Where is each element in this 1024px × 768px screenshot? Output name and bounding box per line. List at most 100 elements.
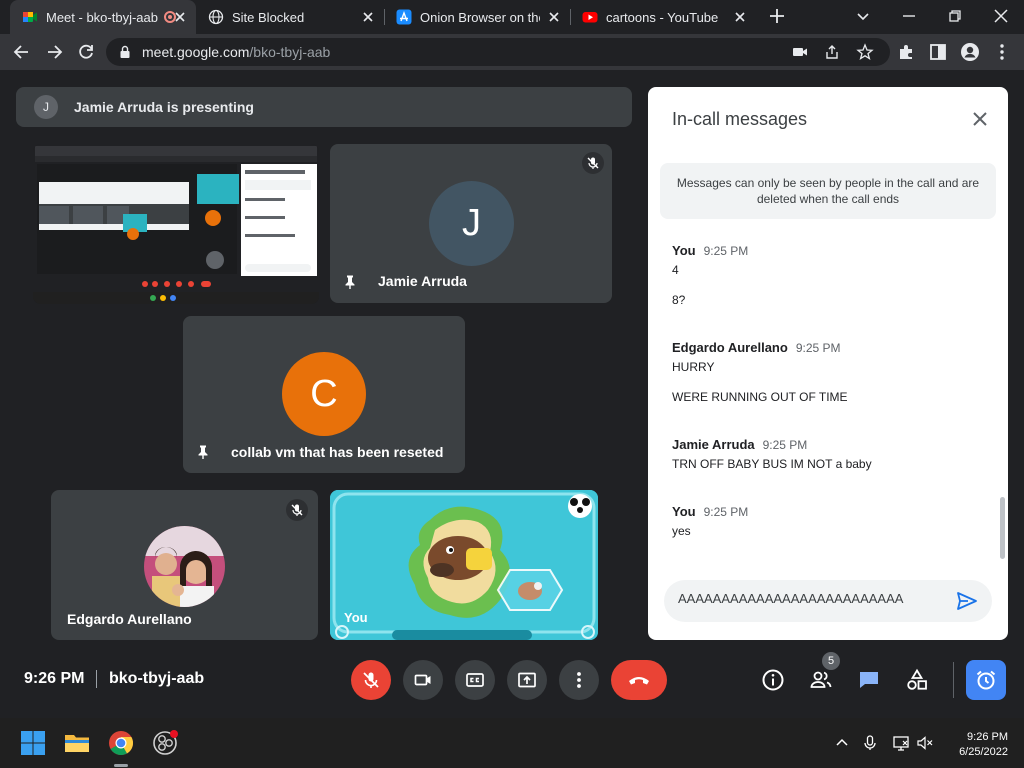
message-text: 4 <box>672 263 679 277</box>
pin-icon[interactable] <box>195 444 211 460</box>
meeting-details-button[interactable] <box>760 667 786 693</box>
message-group: Edgardo Aurellano 9:25 PM HURRY WERE RUNN… <box>672 339 992 404</box>
info-icon <box>762 669 784 691</box>
tab-search-chevron-icon[interactable] <box>851 4 875 28</box>
system-time: 9:26 PM <box>967 731 1008 743</box>
message-text: 8? <box>672 293 686 307</box>
bookmark-star-icon[interactable] <box>856 43 874 61</box>
tab-onion-browser[interactable]: Onion Browser on the App <box>384 0 570 34</box>
share-icon[interactable] <box>824 44 840 60</box>
message-time: 9:25 PM <box>703 505 749 519</box>
extensions-puzzle-icon[interactable] <box>896 42 916 62</box>
system-clock[interactable]: 9:26 PM 6/25/2022 <box>948 730 1008 760</box>
show-hidden-icons-chevron-icon[interactable] <box>833 734 851 752</box>
presenter-avatar: J <box>34 95 58 119</box>
message-sender: Edgardo Aurellano <box>672 340 788 355</box>
people-button[interactable] <box>808 667 834 693</box>
participant-name: You <box>344 610 368 625</box>
message-sender: Jamie Arruda <box>672 437 755 452</box>
forward-icon[interactable] <box>44 42 64 62</box>
google-meet-icon <box>23 12 37 22</box>
leave-call-button[interactable] <box>611 660 667 700</box>
mic-off-icon <box>363 672 379 688</box>
microphone-tray-icon[interactable] <box>861 734 879 752</box>
message-text: WERE RUNNING OUT OF TIME <box>672 390 848 404</box>
profile-avatar-icon[interactable] <box>960 42 980 62</box>
present-screen-icon <box>518 672 536 688</box>
message-sender: You <box>672 243 696 258</box>
screen-share-tile[interactable] <box>33 144 319 304</box>
restore-icon[interactable] <box>943 4 967 28</box>
minimize-icon[interactable] <box>897 4 921 28</box>
youtube-icon <box>582 12 598 23</box>
people-count-badge: 5 <box>822 652 840 670</box>
side-panel-icon[interactable] <box>928 42 948 62</box>
address-bar[interactable]: meet.google.com/bko-tbyj-aab <box>106 38 890 66</box>
reload-icon[interactable] <box>76 42 96 62</box>
participant-name: Edgardo Aurellano <box>67 611 192 627</box>
activities-button[interactable] <box>904 667 930 693</box>
activities-shapes-icon <box>907 668 927 690</box>
tab-site-blocked[interactable]: Site Blocked <box>196 0 384 34</box>
edgardo-profile-photo <box>144 526 225 607</box>
participant-tile-collab[interactable]: C collab vm that has been reseted <box>183 316 465 473</box>
close-tab-icon[interactable] <box>172 9 188 25</box>
close-tab-icon[interactable] <box>546 9 562 25</box>
url-text: meet.google.com/bko-tbyj-aab <box>142 44 330 60</box>
camera-toggle-button[interactable] <box>403 660 443 700</box>
active-app-indicator <box>114 764 128 767</box>
close-tab-icon[interactable] <box>360 9 376 25</box>
message-time: 9:25 PM <box>762 438 808 452</box>
chat-button[interactable] <box>856 667 882 693</box>
network-icon[interactable] <box>892 734 910 752</box>
obs-studio-icon[interactable] <box>152 730 178 756</box>
url-path: /bko-tbyj-aab <box>249 44 331 60</box>
presenting-banner: J Jamie Arruda is presenting <box>16 87 632 127</box>
participant-tile-jamie[interactable]: J Jamie Arruda <box>330 144 612 303</box>
divider <box>953 662 954 698</box>
chat-scrollbar[interactable] <box>1000 497 1005 559</box>
more-menu-icon[interactable] <box>992 42 1012 62</box>
message-input[interactable] <box>678 591 938 606</box>
more-vert-icon <box>577 672 581 688</box>
message-text: yes <box>672 524 691 538</box>
tab-title: Meet - bko-tbyj-aab <box>46 9 158 25</box>
participant-name: Jamie Arruda <box>378 273 467 289</box>
close-tab-icon[interactable] <box>732 9 748 25</box>
host-controls-button[interactable] <box>966 660 1006 700</box>
people-icon <box>810 671 832 688</box>
tab-youtube[interactable]: cartoons - YouTube <box>570 0 756 34</box>
back-icon[interactable] <box>12 42 32 62</box>
tab-meet[interactable]: Meet - bko-tbyj-aab <box>10 0 196 34</box>
collab-avatar: C <box>282 352 366 436</box>
muted-mic-icon <box>286 499 308 521</box>
send-icon[interactable] <box>956 590 978 612</box>
browser-toolbar: meet.google.com/bko-tbyj-aab <box>0 34 1024 70</box>
file-explorer-icon[interactable] <box>64 730 90 756</box>
lock-icon[interactable] <box>118 45 132 59</box>
mic-toggle-button[interactable] <box>351 660 391 700</box>
close-window-icon[interactable] <box>989 4 1013 28</box>
captions-button[interactable] <box>455 660 495 700</box>
windows-start-icon[interactable] <box>20 730 46 756</box>
new-tab-icon[interactable] <box>765 4 789 28</box>
participant-tile-you[interactable]: You <box>330 490 598 640</box>
message-group: Jamie Arruda 9:25 PM TRN OFF BABY BUS IM … <box>672 436 992 471</box>
camera-in-use-icon[interactable] <box>792 45 808 59</box>
participant-name: collab vm that has been reseted <box>231 444 444 460</box>
volume-muted-icon[interactable] <box>916 734 934 752</box>
message-time: 9:25 PM <box>703 244 749 258</box>
globe-icon <box>208 9 224 25</box>
participant-tile-edgardo[interactable]: Edgardo Aurellano <box>51 490 318 640</box>
more-options-button[interactable] <box>559 660 599 700</box>
close-panel-icon[interactable] <box>970 109 990 129</box>
chrome-icon[interactable] <box>108 730 134 756</box>
present-now-button[interactable] <box>507 660 547 700</box>
muted-mic-icon <box>582 152 604 174</box>
message-composer <box>664 580 992 622</box>
app-store-icon <box>396 9 412 25</box>
shared-screen-preview <box>33 144 319 304</box>
end-call-icon <box>629 677 649 685</box>
pin-icon[interactable] <box>342 274 358 290</box>
windows-taskbar: 9:26 PM 6/25/2022 <box>0 718 1024 768</box>
